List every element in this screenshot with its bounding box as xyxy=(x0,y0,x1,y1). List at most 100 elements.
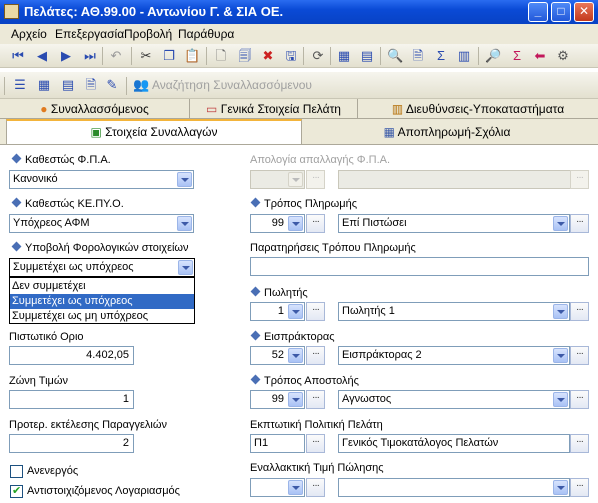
tag-icon[interactable]: ⬅ xyxy=(532,48,548,64)
edit-icon[interactable]: ✎ xyxy=(104,77,120,93)
filter-icon[interactable]: 🔎 xyxy=(485,48,501,64)
chevron-down-icon[interactable] xyxy=(553,348,568,363)
alt-price-select[interactable] xyxy=(338,478,570,497)
toolbar-divider xyxy=(380,47,381,65)
cut-icon[interactable]: ✂ xyxy=(138,48,154,64)
chevron-down-icon[interactable] xyxy=(553,392,568,407)
payment-notes-input[interactable] xyxy=(250,257,589,276)
price-zone-input[interactable]: 1 xyxy=(9,390,134,409)
payment-method-more-button[interactable]: ··· xyxy=(570,214,589,233)
new-record-icon[interactable]: 🗋 xyxy=(213,48,229,64)
report-icon[interactable]: ▥ xyxy=(456,48,472,64)
seller-more-button[interactable]: ··· xyxy=(570,302,589,321)
chevron-down-icon[interactable] xyxy=(288,216,303,231)
next-record-icon[interactable]: ▶ xyxy=(58,48,74,64)
discount-policy-lookup-button[interactable]: ··· xyxy=(306,434,325,453)
vat-status-select[interactable]: Κανονικό xyxy=(9,170,194,189)
undo-icon[interactable]: ↶ xyxy=(108,48,124,64)
shipping-method-more-button[interactable]: ··· xyxy=(570,390,589,409)
chevron-down-icon[interactable] xyxy=(553,216,568,231)
dropdown-option-selected[interactable]: Συμμετέχει ως υπόχρεος xyxy=(10,294,194,309)
grid-icon[interactable]: ▦ xyxy=(36,77,52,93)
linked-account-label: Αντιστοιχιζόμενος Λογαριασμός xyxy=(27,485,180,497)
chevron-down-icon[interactable] xyxy=(288,304,303,319)
tab-counterparty-label: Συναλλασσόμενος xyxy=(50,102,149,116)
payment-method-code[interactable]: 99 xyxy=(250,214,305,233)
chevron-down-icon[interactable] xyxy=(177,172,192,187)
alt-price-code[interactable] xyxy=(250,478,305,497)
dropdown-option[interactable]: Δεν συμμετέχει xyxy=(10,279,194,294)
new-copy-icon[interactable]: 🗐 xyxy=(237,48,253,64)
vat-exemption-lookup-button: ··· xyxy=(306,170,325,189)
delete-record-icon[interactable]: ✖ xyxy=(260,48,276,64)
layout-icon[interactable]: ▤ xyxy=(60,77,76,93)
alt-price-more-button[interactable]: ··· xyxy=(570,478,589,497)
tax-submission-select[interactable]: Συμμετέχει ως υπόχρεος xyxy=(9,258,195,277)
menu-edit[interactable]: Επεξεργασία xyxy=(55,27,124,41)
payment-method-lookup-button[interactable]: ··· xyxy=(306,214,325,233)
discount-policy-code[interactable]: Π1 xyxy=(250,434,305,453)
vat-exemption-code xyxy=(250,170,305,189)
shipping-method-select[interactable]: Αγνωστος xyxy=(338,390,570,409)
print-preview-icon[interactable]: 🗎 xyxy=(410,48,426,64)
first-record-icon[interactable]: ⏮ xyxy=(10,48,26,64)
chevron-down-icon[interactable] xyxy=(553,480,568,495)
order-priority-input[interactable]: 2 xyxy=(9,434,134,453)
chevron-down-icon[interactable] xyxy=(288,392,303,407)
tab-transactions[interactable]: ▣ Στοιχεία Συναλλαγών xyxy=(6,119,302,146)
kepyo-status-select[interactable]: Υπόχρεος ΑΦΜ xyxy=(9,214,194,233)
tab-repayment[interactable]: ▦ Αποπληρωμή-Σχόλια xyxy=(302,121,592,146)
menu-windows[interactable]: Παράθυρα xyxy=(178,27,234,41)
chevron-down-icon[interactable] xyxy=(178,260,193,275)
seller-code[interactable]: 1 xyxy=(250,302,305,321)
maximize-button[interactable]: □ xyxy=(551,2,571,22)
toolbar-divider xyxy=(478,47,479,65)
chevron-down-icon[interactable] xyxy=(288,480,303,495)
minimize-button[interactable]: _ xyxy=(528,2,548,22)
tab-addresses[interactable]: ▥ Διευθύνσεις-Υποκαταστήματα xyxy=(358,99,598,119)
credit-limit-input[interactable]: 4.402,05 xyxy=(9,346,134,365)
seller-lookup-button[interactable]: ··· xyxy=(306,302,325,321)
discount-policy-input[interactable]: Γενικός Τιμοκατάλογος Πελατών xyxy=(338,434,570,453)
settings-icon[interactable]: ⚙ xyxy=(555,48,571,64)
menu-file[interactable]: Αρχείο xyxy=(11,27,47,41)
collector-code[interactable]: 52 xyxy=(250,346,305,365)
alt-price-lookup-button[interactable]: ··· xyxy=(306,478,325,497)
refresh-icon[interactable]: ⟳ xyxy=(310,48,326,64)
toolbar-divider xyxy=(126,77,127,95)
collector-lookup-button[interactable]: ··· xyxy=(306,346,325,365)
previous-record-icon[interactable]: ◀ xyxy=(34,48,50,64)
list-icon[interactable]: ☰ xyxy=(12,77,28,93)
chevron-down-icon[interactable] xyxy=(177,216,192,231)
tab-counterparty[interactable]: ● Συναλλασσόμενος xyxy=(0,99,190,119)
last-record-icon[interactable]: ⏭ xyxy=(82,48,98,64)
shipping-method-lookup-button[interactable]: ··· xyxy=(306,390,325,409)
discount-policy-more-button[interactable]: ··· xyxy=(570,434,589,453)
dropdown-option[interactable]: Συμμετέχει ως μη υπόχρεος xyxy=(10,309,194,324)
totals-icon[interactable]: Σ xyxy=(509,48,525,64)
paste-icon[interactable]: 📋 xyxy=(184,48,200,64)
tax-submission-dropdown-list[interactable]: Δεν συμμετέχει Συμμετέχει ως υπόχρεος Συ… xyxy=(9,277,195,324)
payment-method-select[interactable]: Επί Πιστώσει xyxy=(338,214,570,233)
tab-general-info[interactable]: ▭ Γενικά Στοιχεία Πελάτη xyxy=(190,99,358,119)
menu-view[interactable]: Προβολή xyxy=(124,27,172,41)
table-view-icon[interactable]: ▦ xyxy=(336,48,352,64)
shipping-method-code[interactable]: 99 xyxy=(250,390,305,409)
search-contacts-button[interactable]: Αναζήτηση Συναλλασσόμενου xyxy=(152,78,312,92)
chevron-down-icon[interactable] xyxy=(288,348,303,363)
sum-icon[interactable]: Σ xyxy=(433,48,449,64)
seller-select[interactable]: Πωλητής 1 xyxy=(338,302,570,321)
inactive-checkbox[interactable] xyxy=(10,465,23,478)
form-view-icon[interactable]: ▤ xyxy=(359,48,375,64)
collector-select[interactable]: Εισπράκτορας 2 xyxy=(338,346,570,365)
find-icon[interactable]: 🔍 xyxy=(387,48,403,64)
linked-account-checkbox[interactable] xyxy=(10,484,23,498)
copy-icon[interactable]: ❐ xyxy=(161,48,177,64)
save-icon[interactable]: 🖫 xyxy=(283,48,299,64)
title-bar[interactable]: Πελάτες: ΑΘ.99.00 - Αντωνίου Γ. & ΣΙΑ ΟΕ… xyxy=(0,0,598,24)
tab-general-info-label: Γενικά Στοιχεία Πελάτη xyxy=(220,102,341,116)
close-button[interactable]: ✕ xyxy=(574,2,594,22)
document-icon[interactable]: 🗎 xyxy=(83,77,99,93)
collector-more-button[interactable]: ··· xyxy=(570,346,589,365)
chevron-down-icon[interactable] xyxy=(553,304,568,319)
